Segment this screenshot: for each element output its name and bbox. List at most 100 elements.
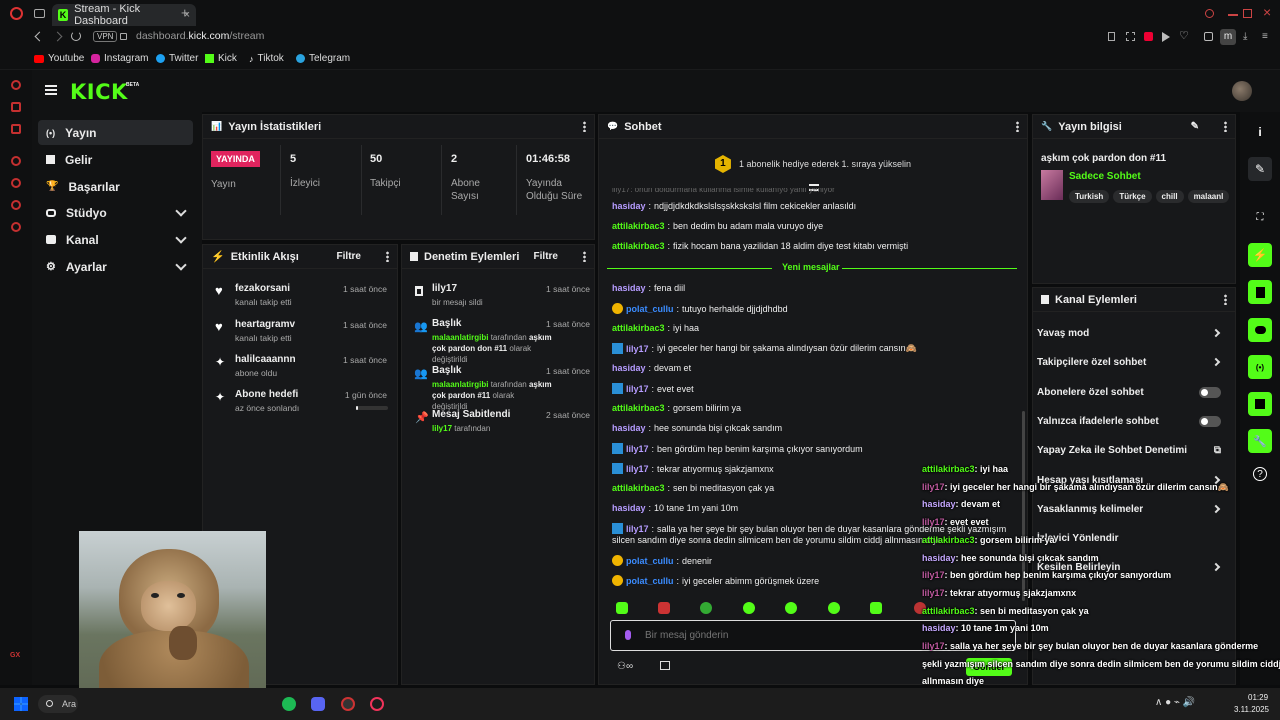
new-tab-button[interactable]: + [181,6,192,19]
snapshot-icon[interactable] [1126,32,1135,41]
bookmark-telegram[interactable]: Telegram [296,53,350,64]
app-icon[interactable] [341,697,355,711]
download-icon[interactable]: ⤓ [1243,31,1247,42]
discord-icon[interactable] [311,697,325,711]
emote-icon[interactable] [616,602,628,614]
extensions-icon[interactable] [1204,32,1213,41]
bookmark-kick[interactable]: Kick [205,53,237,64]
bookmark-tiktok[interactable]: ♪ Tiktok [249,53,284,64]
shield-icon[interactable] [1144,32,1153,41]
menu-icon[interactable] [45,85,57,95]
toggle-switch[interactable] [1199,386,1221,398]
browser-tab-kick[interactable]: K Stream - Kick Dashboard × [52,3,196,27]
emote-icon[interactable] [828,602,840,614]
taskbar-search[interactable]: Ara [38,695,78,713]
chat-username[interactable]: hasiday [612,503,646,513]
emote-icon[interactable] [870,602,882,614]
gift-banner[interactable]: 1 1 abonelik hediye ederek 1. sıraya yük… [599,145,1027,183]
toggle-switch[interactable] [1199,415,1221,427]
more-options-icon[interactable] [583,251,586,262]
filter-button[interactable]: Filtre [337,251,361,262]
tag[interactable]: Türkçe [1113,190,1152,203]
opera-logo-icon[interactable] [10,7,23,20]
chat-username[interactable]: lily17 [626,444,649,454]
nav-item-studyo[interactable]: Stüdyo [38,200,193,225]
maximize-window-icon[interactable] [1243,9,1252,18]
search-tabs-icon[interactable] [1205,9,1214,18]
chat-username[interactable]: lily17 [626,524,649,534]
chat-bubble-icon[interactable] [1248,318,1272,342]
chat-username[interactable]: attilakirbac3 [612,323,665,333]
users-icon[interactable] [1248,392,1272,416]
sidebar-extensions-icon[interactable] [11,200,21,210]
chat-username[interactable]: attilakirbac3 [612,241,665,251]
sidebar-aria-icon[interactable] [11,80,21,90]
nav-item-basarilar[interactable]: 🏆 Başarılar [38,174,193,199]
chat-message-input[interactable] [645,627,925,644]
sidebar-history-icon[interactable] [11,178,21,188]
minimize-window-icon[interactable] [1228,14,1238,16]
more-options-icon[interactable] [1224,294,1227,305]
chat-username[interactable]: attilakirbac3 [612,483,665,493]
category-link[interactable]: Sadece Sohbet [1069,171,1141,182]
chat-tools-icon[interactable]: ⚇∞ [617,661,633,672]
edit-icon[interactable]: ✎ [1191,121,1199,132]
sidebar-settings-icon[interactable] [11,222,21,232]
chat-username[interactable]: polat_cullu [626,576,674,586]
bolt-icon[interactable]: ⚡ [1248,243,1272,267]
filter-button[interactable]: Filtre [534,251,558,262]
tag[interactable]: Turkish [1069,190,1110,203]
chat-username[interactable]: polat_cullu [626,556,674,566]
tab-manager-icon[interactable] [34,9,45,18]
chat-username[interactable]: hasiday [612,363,646,373]
chat-username[interactable]: lily17 [626,344,649,354]
chat-username[interactable]: lily17 [626,464,649,474]
wrench-icon[interactable]: 🔧 [1248,429,1272,453]
more-options-icon[interactable] [583,121,586,132]
channel-action-item[interactable]: Takipçilere özel sohbet [1037,357,1225,371]
sidebar-twitch-icon[interactable] [11,102,21,112]
nav-item-gelir[interactable]: Gelir [38,147,193,172]
chat-username[interactable]: attilakirbac3 [612,221,665,231]
vpn-badge[interactable]: VPN [93,31,118,42]
sidebar-youtube-icon[interactable] [11,124,21,134]
url-field[interactable]: dashboard.kick.com/stream [136,30,264,42]
sidebar-player-icon[interactable] [11,156,21,166]
channel-action-item[interactable]: Yalnızca ifadelerle sohbet [1037,415,1225,430]
channel-action-item[interactable]: Yapay Zeka ile Sohbet Denetimi ⧉ [1037,445,1225,459]
channel-action-item[interactable]: Yasaklanmış kelimeler [1037,504,1225,518]
forward-icon[interactable] [52,31,63,42]
nav-item-kanal[interactable]: Kanal [38,227,193,252]
document-icon[interactable] [1248,280,1272,304]
more-options-icon[interactable] [1224,121,1227,132]
avatar[interactable] [1232,81,1252,101]
close-window-icon[interactable]: × [1263,4,1271,20]
chat-username[interactable]: attilakirbac3 [612,403,665,413]
more-options-icon[interactable] [386,251,389,262]
back-icon[interactable] [34,31,45,42]
info-icon[interactable]: i [1248,120,1272,144]
store-icon[interactable] [660,661,670,670]
help-icon[interactable]: ? [1253,467,1267,481]
tray-icons[interactable]: ∧ ● ⌁ 🔊 [1155,697,1195,708]
bookmark-instagram[interactable]: Instagram [91,53,148,64]
spotify-icon[interactable] [282,697,296,711]
windows-start-icon[interactable] [14,697,28,711]
channel-action-item[interactable]: Abonelere özel sohbet [1037,386,1225,401]
nav-item-yayin[interactable]: (•) Yayın [38,120,193,145]
tag[interactable]: chill [1155,190,1184,203]
chat-username[interactable]: hasiday [612,201,646,211]
channel-action-item[interactable]: İzleyici Yönlendir [1037,533,1225,547]
play-icon[interactable] [1162,32,1170,42]
chat-username[interactable]: hasiday [612,423,646,433]
nav-item-ayarlar[interactable]: ⚙ Ayarlar [38,254,193,279]
opera-gx-icon[interactable] [370,697,384,711]
edit-panel-icon[interactable]: ✎ [1248,157,1272,181]
chat-username[interactable]: lily17 [626,384,649,394]
reload-icon[interactable] [71,31,81,41]
emote-icon[interactable] [743,602,755,614]
chat-username[interactable]: hasiday [612,283,646,293]
bookmark-twitter[interactable]: Twitter [156,53,198,64]
emote-icon[interactable] [658,602,670,614]
fullscreen-icon[interactable]: ⛶ [1248,205,1272,229]
